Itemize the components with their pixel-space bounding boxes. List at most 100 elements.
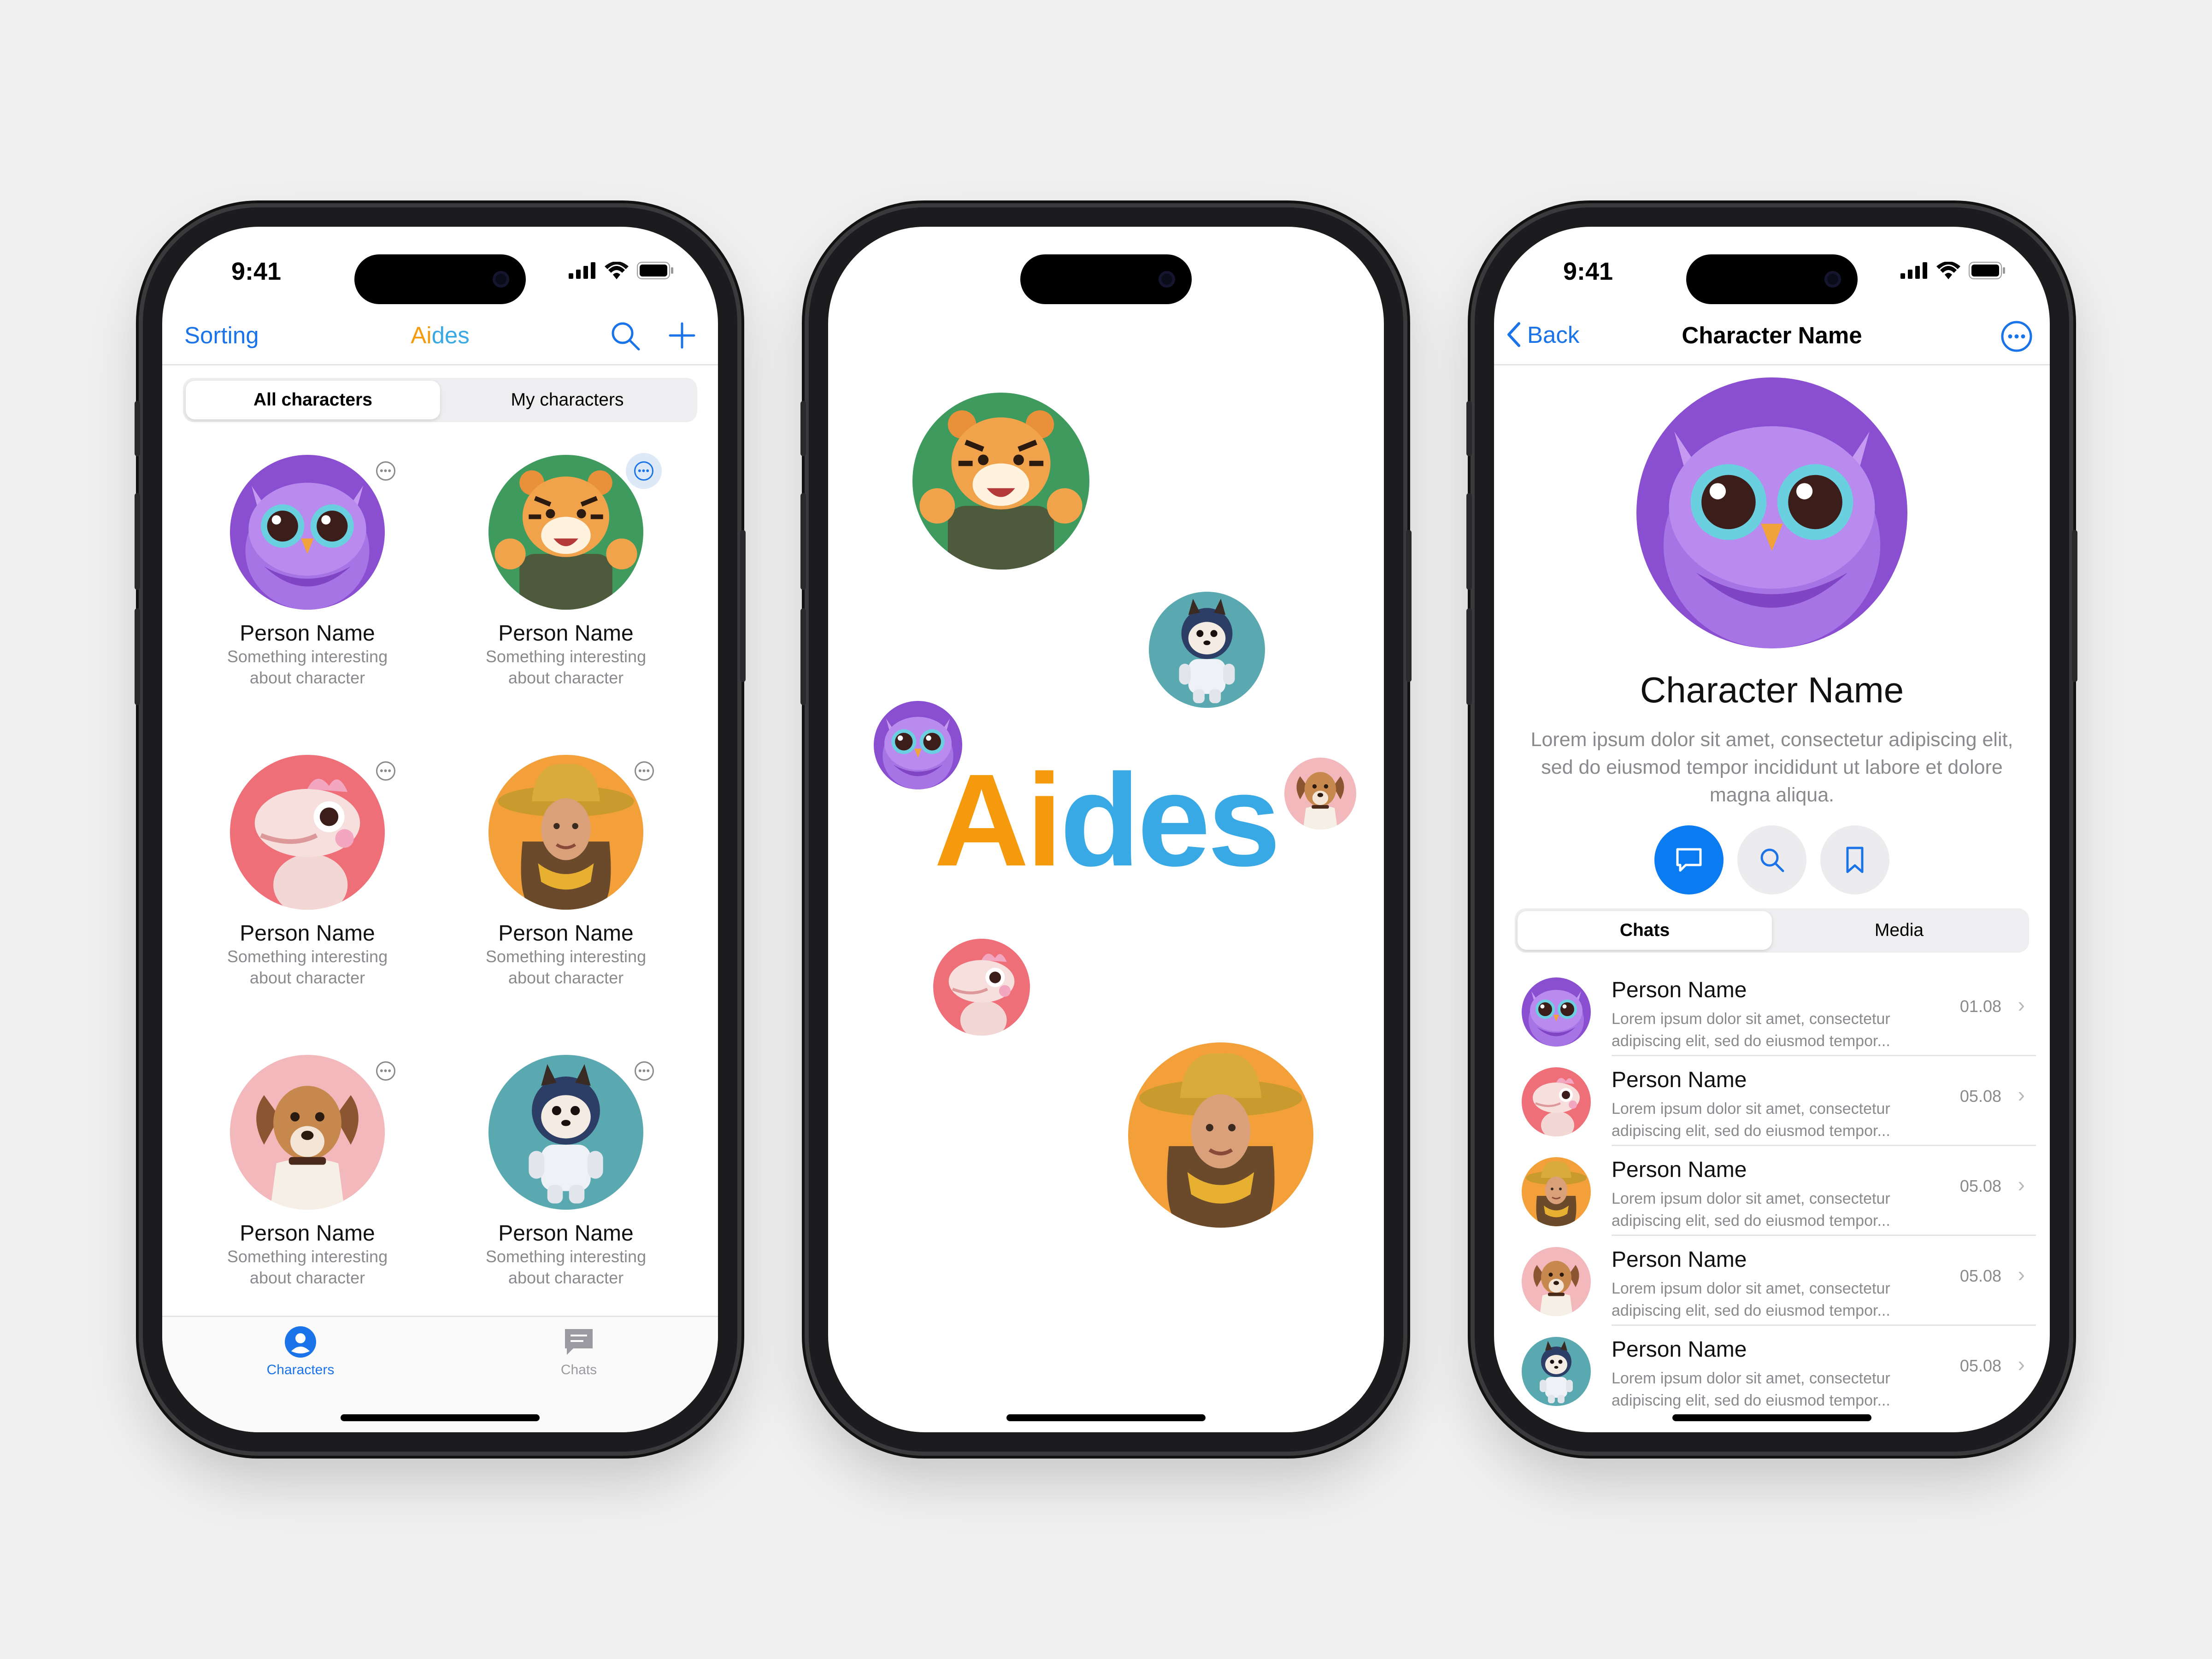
tab-chats[interactable]: Chats [1518,911,1772,950]
bookmark-button[interactable] [1820,825,1889,894]
owl-avatar [230,455,385,610]
home-indicator [341,1414,540,1421]
chat-button[interactable] [1654,825,1724,894]
chat-name: Person Name [1612,1247,1747,1272]
dog-avatar [230,1055,385,1210]
tab-characters[interactable]: Characters [245,1325,356,1378]
more-options-icon[interactable]: ••• [376,1061,395,1081]
character-description: Something interesting about character [227,947,388,987]
volume-up-button [1466,493,1472,590]
tab-my-characters[interactable]: My characters [440,381,694,419]
add-icon[interactable] [668,322,696,349]
character-name: Person Name [498,621,634,646]
chat-row[interactable]: Person Name Lorem ipsum dolor sit amet, … [1522,966,2036,1056]
chat-name: Person Name [1612,1068,1747,1092]
chat-name: Person Name [1612,1337,1747,1362]
dino-avatar [1522,1067,1591,1136]
wifi-icon [605,262,629,279]
chat-preview: Lorem ipsum dolor sit amet, consectetur a… [1612,1190,1890,1230]
character-hero-avatar [1636,377,1907,648]
more-options-icon[interactable]: ••• [376,461,395,481]
character-bio: Lorem ipsum dolor sit amet, consectetur … [1530,729,2013,806]
chat-preview: Lorem ipsum dolor sit amet, consectetur a… [1612,1010,1890,1050]
signal-icon [1900,262,1927,279]
dino-bubble [933,939,1030,1035]
astro-dog-avatar [488,1055,643,1210]
segmented-control: All characters My characters [183,378,697,422]
home-indicator [1006,1414,1206,1421]
app-title-ai: Ai [411,322,432,348]
character-card[interactable]: Person Name Something interesting about c… [197,755,418,988]
action-button [1466,401,1472,456]
bookmark-icon [1846,847,1864,873]
tab-all-characters[interactable]: All characters [186,381,440,419]
navigation-bar: Sorting Aides [162,304,718,365]
status-icons [569,262,674,279]
volume-up-button [135,493,140,590]
chat-date: 05.08 [1959,1087,2001,1106]
character-description: Something interesting about character [485,647,647,687]
chat-row[interactable]: Person Name Lorem ipsum dolor sit amet, … [1522,1056,2036,1146]
screen: Aides [828,227,1384,1432]
character-card[interactable]: Person Name Something interesting about c… [197,1055,418,1288]
search-button[interactable] [1737,825,1806,894]
cowgirl-avatar [1522,1157,1591,1226]
tab-chats-label: Chats [560,1362,597,1377]
phone-splash: Aides [800,207,1412,1452]
tab-media[interactable]: Media [1772,911,2026,950]
character-heading: Character Name [1640,670,1904,710]
chevron-right-icon: › [2018,1082,2025,1106]
navigation-bar: Back Character Name [1494,304,2050,365]
character-name: Person Name [498,1221,634,1246]
more-options-icon[interactable]: ••• [635,1061,654,1081]
dynamic-island [1020,254,1192,304]
splash-logo: Aides [828,755,1384,886]
chat-date: 01.08 [1959,997,2001,1016]
chat-preview: Lorem ipsum dolor sit amet, consectetur a… [1612,1100,1890,1140]
search-icon[interactable] [610,321,641,351]
character-name: Person Name [240,1221,375,1246]
character-description: Something interesting about character [485,1247,647,1287]
chat-row[interactable]: Person Name Lorem ipsum dolor sit amet, … [1522,1146,2036,1236]
chat-row[interactable]: Person Name Lorem ipsum dolor sit amet, … [1522,1326,2036,1416]
status-time: 9:41 [231,258,282,285]
chat-row[interactable]: Person Name Lorem ipsum dolor sit amet, … [1522,1236,2036,1326]
chat-name: Person Name [1612,1158,1747,1182]
status-time: 9:41 [1563,258,1613,285]
astro-dog-bubble [1149,592,1265,708]
more-options-icon[interactable]: ••• [376,761,395,781]
character-card[interactable]: Person Name Something interesting about c… [197,455,418,688]
power-button [1406,530,1412,682]
screen: 9:41 Sorting Aides All characters My cha… [162,227,718,1432]
owl-avatar [1522,977,1591,1047]
character-card[interactable]: Person Name Something interesting about c… [455,455,677,688]
character-name: Person Name [240,621,375,646]
astro-dog-avatar [1522,1337,1591,1406]
screen: 9:41 Back Character Name Character Name … [1494,227,2050,1432]
character-card[interactable]: Person Name Something interesting about c… [455,1055,677,1288]
tiger-avatar [488,455,643,610]
signal-icon [569,262,595,279]
action-button [800,401,806,456]
logo-ai: Ai [934,747,1063,894]
phone-character-profile: 9:41 Back Character Name Character Name … [1466,207,2077,1452]
cowgirl-avatar [488,755,643,910]
more-options-icon[interactable]: ••• [626,453,662,489]
volume-up-button [800,493,806,590]
character-card[interactable]: Person Name Something interesting about c… [455,755,677,988]
chat-date: 05.08 [1959,1356,2001,1375]
battery-icon [637,262,673,279]
app-title-des: des [431,322,470,348]
character-name: Person Name [498,921,634,946]
more-options-icon[interactable] [2000,320,2033,353]
volume-down-button [1466,608,1472,705]
tiger-bubble [912,393,1089,570]
cowgirl-bubble [1128,1042,1313,1228]
home-indicator [1672,1414,1871,1421]
tab-chats[interactable]: Chats [524,1325,634,1378]
chat-name: Person Name [1612,978,1747,1002]
more-options-icon[interactable]: ••• [635,761,654,781]
chevron-right-icon: › [2018,1352,2025,1376]
chat-preview: Lorem ipsum dolor sit amet, consectetur a… [1612,1280,1890,1319]
dynamic-island [1686,254,1858,304]
